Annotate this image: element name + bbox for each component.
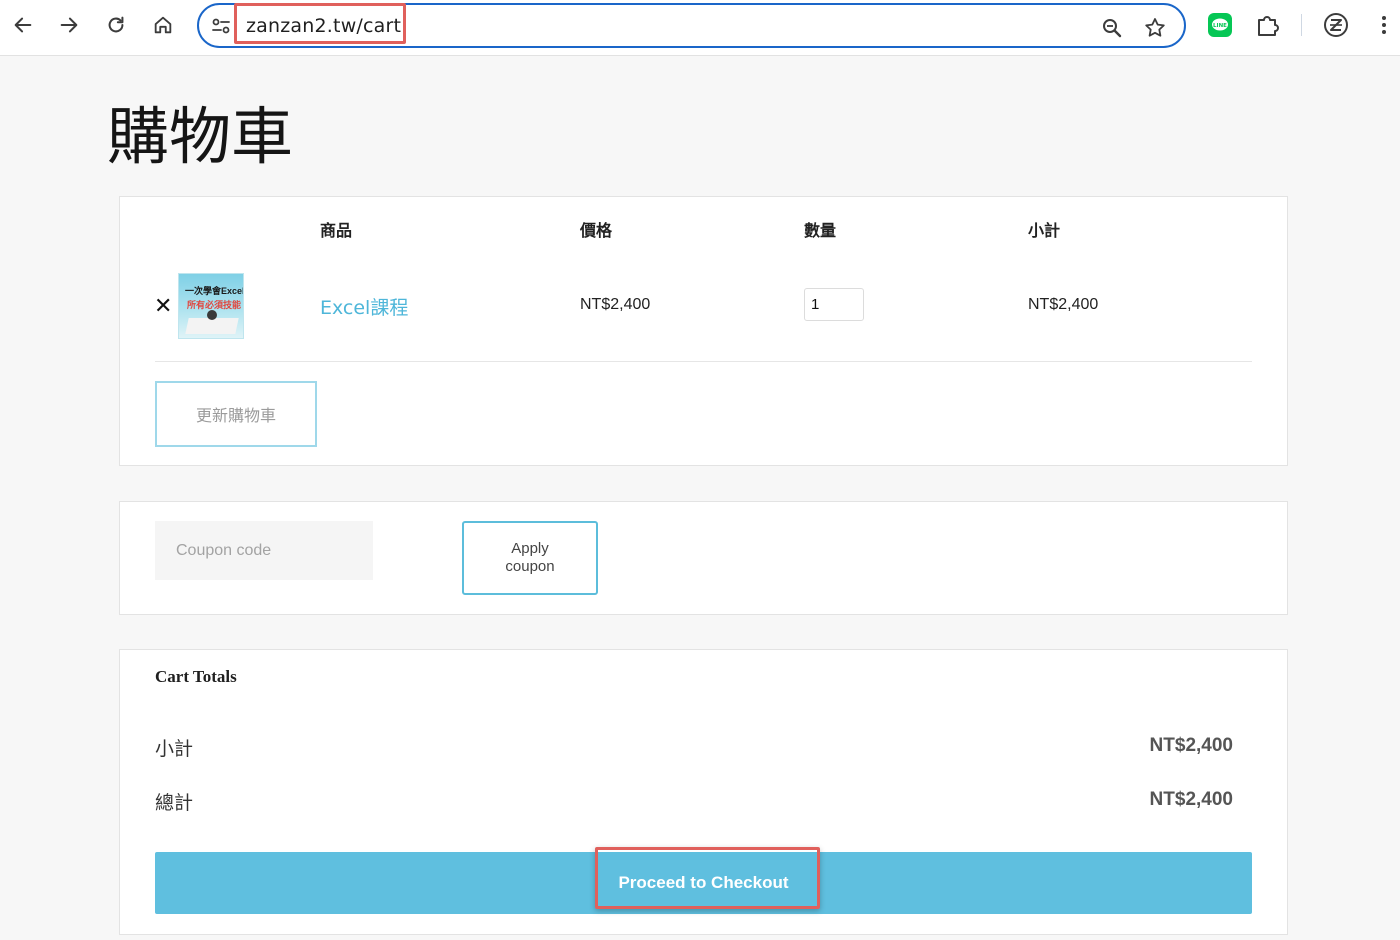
home-icon[interactable]: [148, 10, 178, 40]
product-price: NT$2,400: [580, 296, 651, 313]
cart-table: 商品 價格 數量 小計 ✕ 一次學會Excel 所有必須技能 Excel課程 N…: [119, 196, 1288, 466]
thumbnail-desk-graphic: [185, 318, 239, 334]
totals-subtotal-value: NT$2,400: [1149, 735, 1233, 756]
zoom-icon[interactable]: [1100, 16, 1124, 40]
forward-icon[interactable]: [54, 10, 84, 40]
quantity-input[interactable]: [804, 288, 864, 321]
kebab-menu-icon[interactable]: [1371, 12, 1397, 38]
thumbnail-text-line-1: 一次學會Excel: [185, 286, 244, 296]
back-icon[interactable]: [8, 10, 38, 40]
product-name-link[interactable]: Excel課程: [320, 293, 408, 320]
header-price: 價格: [580, 221, 613, 240]
thumbnail-person-graphic: [207, 310, 217, 320]
coupon-section: Apply coupon: [119, 501, 1288, 615]
checkout-highlight-box: [595, 847, 820, 909]
remove-item-icon[interactable]: ✕: [154, 293, 172, 319]
coupon-code-input[interactable]: [155, 521, 373, 580]
extensions-puzzle-icon[interactable]: [1254, 12, 1280, 38]
profile-z-icon[interactable]: [1323, 12, 1349, 38]
cart-totals-title: Cart Totals: [155, 667, 237, 686]
product-subtotal: NT$2,400: [1028, 296, 1099, 313]
update-cart-button[interactable]: 更新購物車: [155, 381, 317, 447]
header-product: 商品: [320, 221, 353, 240]
apply-coupon-button[interactable]: Apply coupon: [462, 521, 598, 595]
bookmark-star-icon[interactable]: [1143, 16, 1167, 40]
totals-total-label: 總計: [155, 792, 194, 814]
product-thumbnail[interactable]: 一次學會Excel 所有必須技能: [178, 273, 244, 339]
reload-icon[interactable]: [101, 10, 131, 40]
thumbnail-text-line-2: 所有必須技能: [187, 300, 242, 310]
page-title: 購物車: [107, 100, 294, 173]
browser-toolbar: zanzan2.tw/cart LINE: [0, 0, 1400, 56]
header-quantity: 數量: [804, 221, 837, 240]
line-extension-icon[interactable]: LINE: [1207, 12, 1233, 38]
svg-text:LINE: LINE: [1213, 23, 1227, 29]
totals-total-value: NT$2,400: [1149, 789, 1233, 810]
site-info-icon[interactable]: [209, 14, 233, 38]
toolbar-divider: [1301, 14, 1302, 36]
row-divider: [155, 361, 1252, 362]
url-highlight-box: [234, 3, 406, 44]
totals-subtotal-label: 小計: [155, 738, 194, 760]
header-subtotal: 小計: [1028, 221, 1061, 240]
